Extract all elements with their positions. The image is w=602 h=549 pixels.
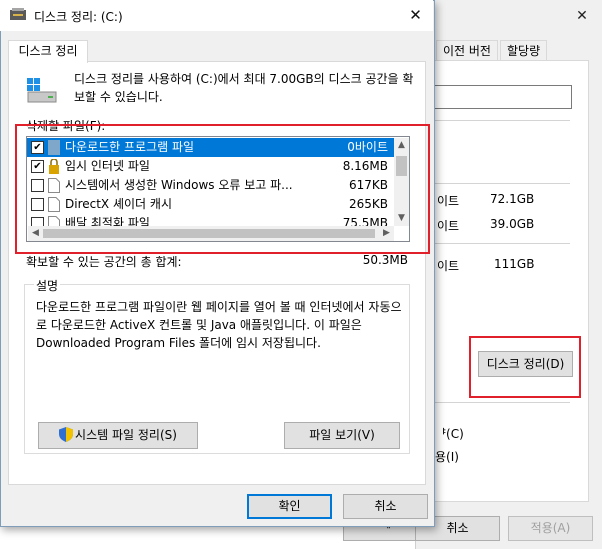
close-icon[interactable]: ✕ — [398, 0, 433, 31]
total-space-label: 확보할 수 있는 공간의 총 합계: — [26, 255, 182, 269]
free-space-value: 39.0GB — [490, 217, 535, 231]
capacity-label: 이트 — [437, 259, 460, 273]
ok-button[interactable]: 확인 — [247, 494, 332, 519]
free-space-label: 이트 — [437, 219, 460, 233]
drive-icon — [26, 76, 58, 104]
properties-apply-button[interactable]: 적용(A) — [508, 516, 593, 541]
total-space-value: 50.3MB — [362, 253, 408, 267]
highlight-box — [15, 124, 430, 254]
cancel-button[interactable]: 취소 — [343, 494, 428, 519]
shield-icon — [59, 427, 74, 442]
tab-previous-versions[interactable]: 이전 버전 — [436, 40, 498, 61]
dialog-title: 디스크 정리: (C:) — [34, 10, 123, 24]
divider — [430, 243, 570, 244]
description-text: 다운로드한 프로그램 파일이란 웹 페이지를 열어 볼 때 인터넷에서 자동으로… — [36, 300, 402, 350]
capacity-value: 111GB — [494, 257, 535, 271]
system-file-cleanup-label: 시스템 파일 정리(S) — [75, 428, 177, 442]
view-files-button[interactable]: 파일 보기(V) — [284, 422, 400, 449]
used-space-label: 이트 — [437, 194, 460, 208]
tab-disk-cleanup[interactable]: 디스크 정리 — [8, 40, 88, 63]
description-group-label: 설명 — [34, 277, 61, 294]
dialog-description: 디스크 정리를 사용하여 (C:)에서 최대 7.00GB의 디스크 공간을 확… — [74, 72, 414, 104]
tab-quota[interactable]: 할당량 — [500, 40, 548, 61]
highlight-box — [469, 336, 581, 398]
properties-close-icon[interactable]: ✕ — [572, 6, 592, 26]
divider — [430, 402, 570, 403]
divider — [430, 183, 570, 184]
system-file-cleanup-button[interactable]: 시스템 파일 정리(S) — [38, 422, 198, 449]
used-space-value: 72.1GB — [490, 192, 535, 206]
divider — [430, 120, 570, 121]
compress-option-label[interactable]: ᅣ(C) — [435, 425, 464, 442]
disk-cleanup-app-icon — [10, 8, 26, 21]
volume-label-input[interactable] — [430, 85, 572, 109]
index-option-label[interactable]: 용(I) — [435, 448, 459, 465]
